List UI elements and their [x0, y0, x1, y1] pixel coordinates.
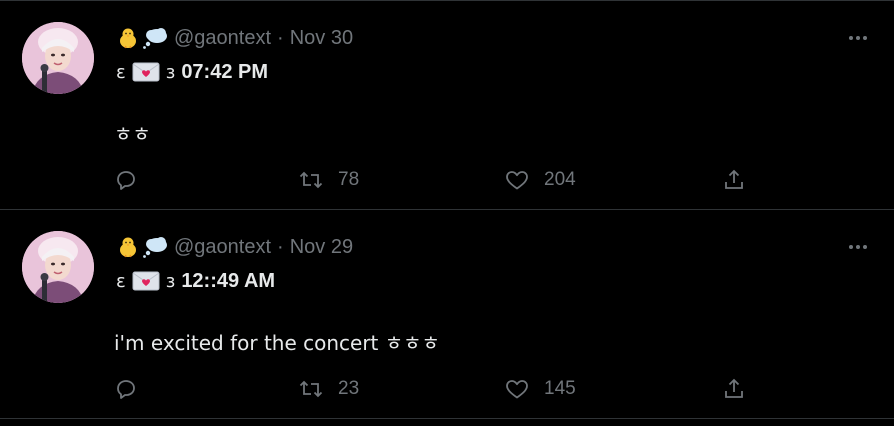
tweet-subline: ɛ ɜ 12::49 AM	[116, 267, 275, 295]
more-icon[interactable]	[846, 237, 870, 257]
tweet-header: @gaontext · Nov 29	[116, 233, 353, 261]
retweet-icon	[298, 377, 324, 401]
retweet-count: 23	[338, 378, 360, 399]
tweet-date[interactable]: Nov 29	[290, 236, 353, 259]
share-icon	[722, 168, 746, 192]
tweet-text: ㅎㅎ	[114, 122, 151, 146]
tweet-time-text: 07:42 PM	[181, 60, 269, 83]
retweet-icon	[298, 168, 324, 192]
like-icon	[504, 168, 530, 192]
user-handle[interactable]: @gaontext	[174, 27, 271, 50]
bracket-left: ɛ	[116, 270, 126, 292]
reply-button[interactable]	[114, 375, 138, 403]
tweet[interactable]: @gaontext · Nov 29 ɛ ɜ 12::49 AM i'm exc…	[0, 211, 894, 419]
avatar[interactable]	[22, 231, 94, 303]
love-letter-emoji-icon	[132, 62, 160, 82]
avatar[interactable]	[22, 22, 94, 94]
separator-dot: ·	[277, 235, 284, 258]
separator-dot: ·	[277, 26, 284, 49]
chick-emoji-icon	[116, 26, 140, 50]
retweet-button[interactable]: 78	[298, 166, 359, 194]
like-icon	[504, 377, 530, 401]
tweet-time-text: 12::49 AM	[181, 269, 276, 292]
chick-emoji-icon	[116, 235, 140, 259]
user-handle[interactable]: @gaontext	[174, 236, 271, 259]
tweet-header: @gaontext · Nov 30	[116, 24, 353, 52]
bracket-left: ɛ	[116, 61, 126, 83]
tweet-subline: ɛ ɜ 07:42 PM	[116, 58, 268, 86]
more-icon[interactable]	[846, 28, 870, 48]
tweet[interactable]: @gaontext · Nov 30 ɛ ɜ 07:42 PM ㅎㅎ 78 20…	[0, 2, 894, 210]
tweet-date[interactable]: Nov 30	[290, 27, 353, 50]
like-button[interactable]: 204	[504, 166, 576, 194]
bracket-right: ɜ	[165, 61, 176, 83]
tweet-actions: 78 204	[114, 166, 764, 194]
retweet-button[interactable]: 23	[298, 375, 359, 403]
top-divider	[0, 0, 894, 1]
like-count: 145	[544, 378, 576, 399]
reply-button[interactable]	[114, 166, 138, 194]
tweet-text: i'm excited for the concert ㅎㅎㅎ	[114, 331, 440, 355]
share-button[interactable]	[722, 166, 746, 194]
tweet-actions: 23 145	[114, 375, 764, 403]
reply-icon	[114, 377, 138, 401]
share-icon	[722, 377, 746, 401]
retweet-count: 78	[338, 169, 360, 190]
like-count: 204	[544, 169, 576, 190]
like-button[interactable]: 145	[504, 375, 576, 403]
reply-icon	[114, 168, 138, 192]
thought-bubble-emoji-icon	[142, 26, 167, 50]
bracket-right: ɜ	[165, 270, 176, 292]
love-letter-emoji-icon	[132, 271, 160, 291]
share-button[interactable]	[722, 375, 746, 403]
thought-bubble-emoji-icon	[142, 235, 167, 259]
